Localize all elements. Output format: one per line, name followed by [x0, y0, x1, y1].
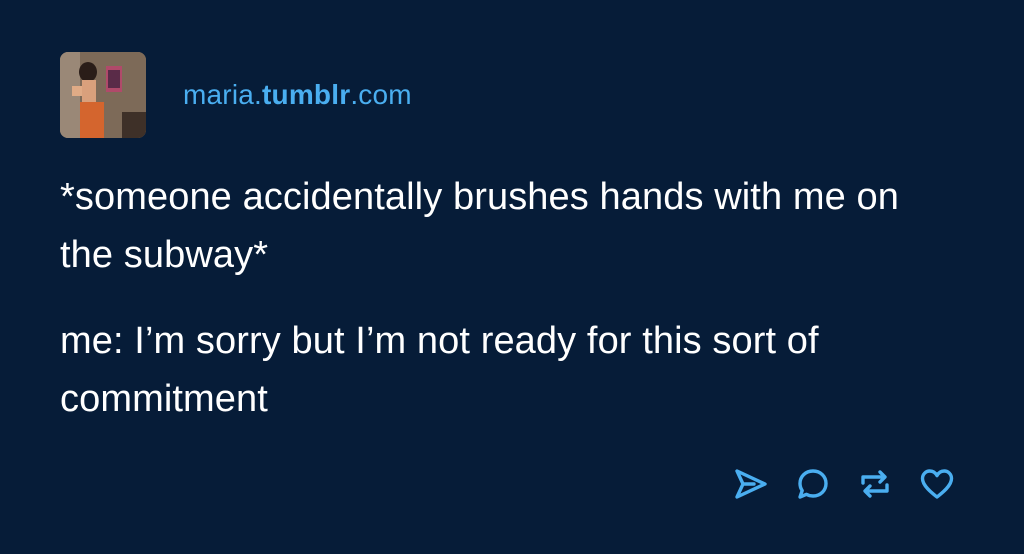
send-icon [735, 469, 767, 499]
avatar-photo-icon [60, 52, 146, 138]
post-body: *someone accidentally brushes hands with… [60, 168, 960, 456]
tumblr-post: maria.tumblr.com *someone accidentally b… [0, 0, 1024, 554]
reblog-button[interactable] [857, 464, 893, 504]
send-button[interactable] [733, 464, 769, 504]
blog-name-prefix: maria. [183, 79, 262, 110]
blog-name-link[interactable]: maria.tumblr.com [183, 79, 412, 111]
post-header: maria.tumblr.com [60, 52, 412, 138]
blog-name-brand: tumblr [262, 79, 351, 110]
blog-name-suffix: .com [350, 79, 412, 110]
reblog-icon [861, 470, 889, 498]
post-paragraph: me: I’m sorry but I’m not ready for this… [60, 320, 819, 420]
post-paragraph: *someone accidentally brushes hands with… [60, 176, 899, 276]
avatar[interactable] [60, 52, 146, 138]
reply-button[interactable] [795, 464, 831, 504]
reply-icon [798, 469, 828, 499]
post-actions [733, 464, 955, 504]
heart-icon [920, 469, 954, 499]
like-button[interactable] [919, 464, 955, 504]
